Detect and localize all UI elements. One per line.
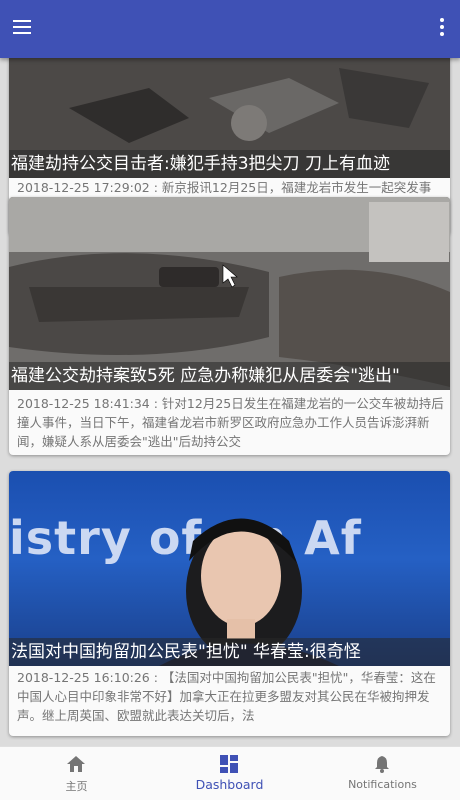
home-icon (67, 756, 85, 772)
tab-notifications[interactable]: Notifications (306, 747, 459, 800)
news-caption: 法国对中国拘留加公民表"担忧" 华春莹:很奇怪 (9, 638, 450, 666)
news-card[interactable]: istry of gn Af 法国对中国拘留加公民表"担忧" 华春莹:很奇怪 2… (9, 471, 450, 736)
bottom-navigation: 主页 Dashboard Notifications (0, 746, 460, 800)
more-vert-icon[interactable] (438, 18, 446, 40)
news-image: istry of gn Af (9, 471, 450, 666)
dashboard-icon (220, 755, 238, 773)
news-card[interactable]: 福建公交劫持案致5死 应急办称嫌犯从居委会"逃出" 2018-12-25 18:… (9, 197, 450, 455)
news-caption: 福建劫持公交目击者:嫌犯手持3把尖刀 刀上有血迹 (9, 150, 450, 178)
tab-home[interactable]: 主页 (0, 747, 153, 800)
news-summary: 2018-12-25 18:41:34 : 针对12月25日发生在福建龙岩的一公… (17, 396, 444, 449)
tab-label: Dashboard (195, 777, 264, 792)
tab-label: 主页 (65, 780, 88, 793)
bell-icon (375, 756, 389, 773)
news-summary: 2018-12-25 16:10:26 : 【法国对中国拘留加公民表"担忧"，华… (17, 670, 436, 723)
news-feed[interactable]: 福建劫持公交目击者:嫌犯手持3把尖刀 刀上有血迹 2018-12-25 17:2… (0, 58, 460, 746)
app-bar (0, 0, 460, 58)
tab-dashboard[interactable]: Dashboard (153, 747, 306, 800)
news-caption: 福建公交劫持案致5死 应急办称嫌犯从居委会"逃出" (9, 362, 450, 390)
hamburger-menu-icon[interactable] (10, 16, 36, 42)
tab-label: Notifications (348, 778, 417, 791)
